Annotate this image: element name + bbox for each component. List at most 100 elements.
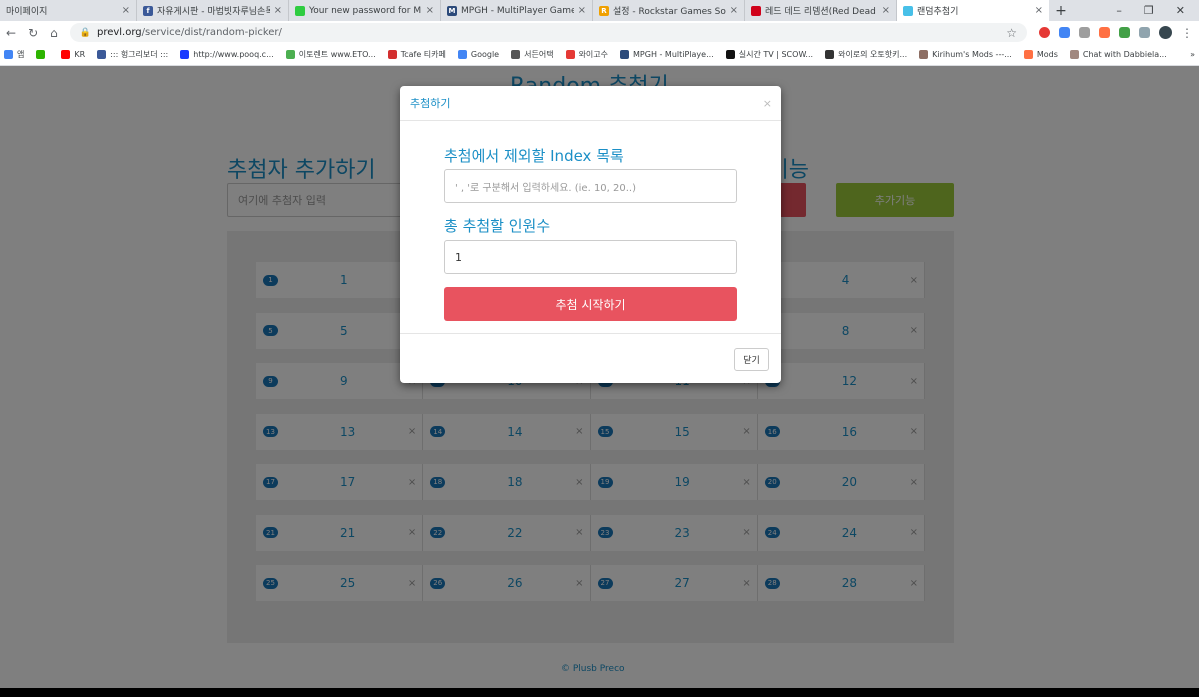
restore-icon[interactable]: ❐ bbox=[1144, 4, 1154, 17]
tab-favicon-icon bbox=[903, 5, 913, 16]
bookmark-item[interactable]: MPGH - MultiPlaye... bbox=[620, 50, 714, 59]
bookmark-item[interactable]: Kirihum's Mods ---... bbox=[919, 50, 1012, 59]
bookmarks-bar: 앱 KR::: 헝그리보더 ::: http://www.pooq.c... 이토렌트… bbox=[0, 44, 1199, 66]
tab-title: 자유게시판 - 마법빗자루님손목 bbox=[157, 7, 270, 17]
tab-close-icon[interactable]: × bbox=[882, 5, 890, 16]
bookmark-item[interactable]: ::: 헝그리보더 ::: bbox=[97, 49, 168, 60]
bookmark-favicon-icon bbox=[919, 50, 929, 59]
modal-header: 추첨하기 × bbox=[400, 86, 781, 121]
close-window-icon[interactable]: ✕ bbox=[1176, 4, 1185, 17]
profile-avatar[interactable] bbox=[1159, 26, 1172, 39]
bookmark-label: Kirihum's Mods ---... bbox=[932, 50, 1012, 59]
tab-favicon-icon: f bbox=[143, 5, 153, 16]
back-icon[interactable]: ← bbox=[6, 26, 16, 40]
tab-favicon-icon bbox=[295, 5, 305, 16]
bookmark-item[interactable]: 와이로의 오토핫키... bbox=[825, 49, 907, 60]
random-picker-page: Random 추첨기 추첨자 추가하기 추가기능 여기에 추첨자 입력 추가기능… bbox=[0, 66, 1199, 688]
extension-icon[interactable] bbox=[1039, 27, 1050, 38]
bookmark-star-icon[interactable]: ☆ bbox=[1006, 26, 1017, 40]
bookmark-favicon-icon bbox=[1023, 50, 1033, 59]
bookmark-item[interactable]: Google bbox=[457, 50, 500, 59]
menu-kebab-icon[interactable]: ⋮ bbox=[1181, 26, 1193, 40]
browser-tab[interactable]: 레드 데드 리뎀션(Red Dead Rec × bbox=[745, 0, 897, 21]
bookmark-label: Chat with Dabbiela... bbox=[1082, 50, 1167, 59]
bookmark-favicon-icon bbox=[4, 50, 13, 59]
url-path: /service/dist/random-picker/ bbox=[141, 27, 282, 38]
tab-title: MPGH - MultiPlayer Game Hack bbox=[461, 5, 574, 16]
tab-favicon-icon: M bbox=[447, 5, 457, 16]
browser-tab[interactable]: 마이페이지 × bbox=[0, 0, 137, 21]
bookmark-favicon-icon bbox=[1069, 50, 1079, 59]
extensions: ⋮ bbox=[1039, 26, 1193, 40]
lock-icon: 🔒 bbox=[79, 27, 91, 38]
bookmark-item[interactable]: Mods bbox=[1023, 50, 1058, 59]
bookmark-favicon-icon bbox=[620, 50, 630, 59]
tab-title: Your new password for MPGH bbox=[309, 5, 422, 16]
bookmark-label: KR bbox=[74, 50, 86, 59]
bookmark-label: Tcafe 티카페 bbox=[400, 50, 446, 59]
exclude-index-input[interactable]: ' , '로 구분해서 입력하세요. (ie. 10, 20..) bbox=[444, 169, 737, 203]
minimize-icon[interactable]: – bbox=[1116, 4, 1122, 17]
tab-favicon-icon bbox=[751, 5, 761, 16]
bookmark-item[interactable]: 앱 bbox=[4, 49, 24, 60]
tab-close-icon[interactable]: × bbox=[1035, 5, 1043, 16]
bookmark-label: 서든어택 bbox=[524, 50, 554, 59]
bookmark-item[interactable]: 와이고수 bbox=[565, 49, 609, 60]
start-draw-button[interactable]: 추첨 시작하기 bbox=[444, 287, 737, 321]
modal-body: 추첨에서 제외할 Index 목록 ' , '로 구분해서 입력하세요. (ie… bbox=[400, 121, 781, 334]
close-icon[interactable]: × bbox=[763, 97, 772, 110]
bookmark-item[interactable]: KR bbox=[61, 50, 85, 59]
bookmark-label: ::: 헝그리보더 ::: bbox=[110, 50, 169, 59]
tab-close-icon[interactable]: × bbox=[426, 5, 434, 16]
exclude-label: 추첨에서 제외할 Index 목록 bbox=[444, 147, 624, 165]
bookmark-label: Google bbox=[470, 50, 500, 59]
new-tab-button[interactable]: + bbox=[1049, 0, 1073, 21]
browser-chrome: 마이페이지 × f 자유게시판 - 마법빗자루님손목 × Your new passwor… bbox=[0, 0, 1199, 66]
reload-icon[interactable]: ↻ bbox=[28, 26, 38, 40]
bookmark-label: 이토렌트 www.ETO... bbox=[298, 50, 376, 59]
extension-icon[interactable] bbox=[1079, 27, 1090, 38]
address-bar[interactable]: 🔒 prevl.org/service/dist/random-picker/ … bbox=[69, 23, 1027, 42]
modal-title: 추첨하기 bbox=[410, 97, 451, 110]
bookmark-item[interactable]: Chat with Dabbiela... bbox=[1069, 50, 1167, 59]
bookmark-favicon-icon bbox=[97, 50, 107, 59]
browser-tab[interactable]: M MPGH - MultiPlayer Game Hack × bbox=[441, 0, 593, 21]
bookmark-label: 와이로의 오토핫키... bbox=[838, 50, 908, 59]
tab-close-icon[interactable]: × bbox=[578, 5, 586, 16]
tab-favicon-icon: R bbox=[599, 5, 609, 16]
bookmark-favicon-icon bbox=[36, 50, 46, 59]
extension-icon[interactable] bbox=[1139, 27, 1150, 38]
bookmark-label: 와이고수 bbox=[578, 50, 609, 59]
home-icon[interactable]: ⌂ bbox=[50, 26, 58, 40]
translate-icon[interactable] bbox=[1059, 27, 1070, 38]
draw-count-input[interactable]: 1 bbox=[444, 240, 737, 274]
more-bookmarks-icon[interactable]: » bbox=[1190, 50, 1195, 59]
tab-close-icon[interactable]: × bbox=[730, 5, 738, 16]
bookmark-favicon-icon bbox=[825, 50, 835, 59]
tab-close-icon[interactable]: × bbox=[274, 5, 282, 16]
bookmark-item[interactable]: 이토렌트 www.ETO... bbox=[285, 49, 376, 60]
bookmark-item[interactable]: 실시간 TV | SCOW... bbox=[725, 49, 813, 60]
draw-modal: 추첨하기 × 추첨에서 제외할 Index 목록 ' , '로 구분해서 입력하… bbox=[400, 86, 781, 383]
tab-title: 랜덤추첨기 bbox=[917, 7, 959, 17]
tab-title: 설정 - Rockstar Games Social C bbox=[613, 7, 726, 17]
bookmark-favicon-icon bbox=[565, 50, 575, 59]
extension-icon[interactable] bbox=[1099, 27, 1110, 38]
browser-tab[interactable]: R 설정 - Rockstar Games Social C × bbox=[593, 0, 745, 21]
tab-title: 마이페이지 bbox=[6, 7, 48, 17]
tab-close-icon[interactable]: × bbox=[122, 5, 130, 16]
close-button[interactable]: 닫기 bbox=[734, 348, 769, 371]
extension-icon[interactable] bbox=[1119, 27, 1130, 38]
browser-tab[interactable]: 랜덤추첨기 × bbox=[897, 0, 1049, 21]
bookmark-item[interactable]: http://www.pooq.c... bbox=[180, 50, 274, 59]
bookmark-label: 앱 bbox=[17, 50, 25, 59]
bookmark-item[interactable]: Tcafe 티카페 bbox=[387, 49, 446, 60]
browser-tab[interactable]: f 자유게시판 - 마법빗자루님손목 × bbox=[137, 0, 289, 21]
tab-strip: 마이페이지 × f 자유게시판 - 마법빗자루님손목 × Your new passwor… bbox=[0, 0, 1199, 21]
bookmark-favicon-icon bbox=[457, 50, 467, 59]
bookmark-favicon-icon bbox=[285, 50, 295, 59]
browser-tab[interactable]: Your new password for MPGH × bbox=[289, 0, 441, 21]
bookmark-item[interactable]: 서든어택 bbox=[511, 49, 554, 60]
bookmark-item[interactable] bbox=[36, 50, 49, 59]
bookmark-favicon-icon bbox=[387, 50, 397, 59]
